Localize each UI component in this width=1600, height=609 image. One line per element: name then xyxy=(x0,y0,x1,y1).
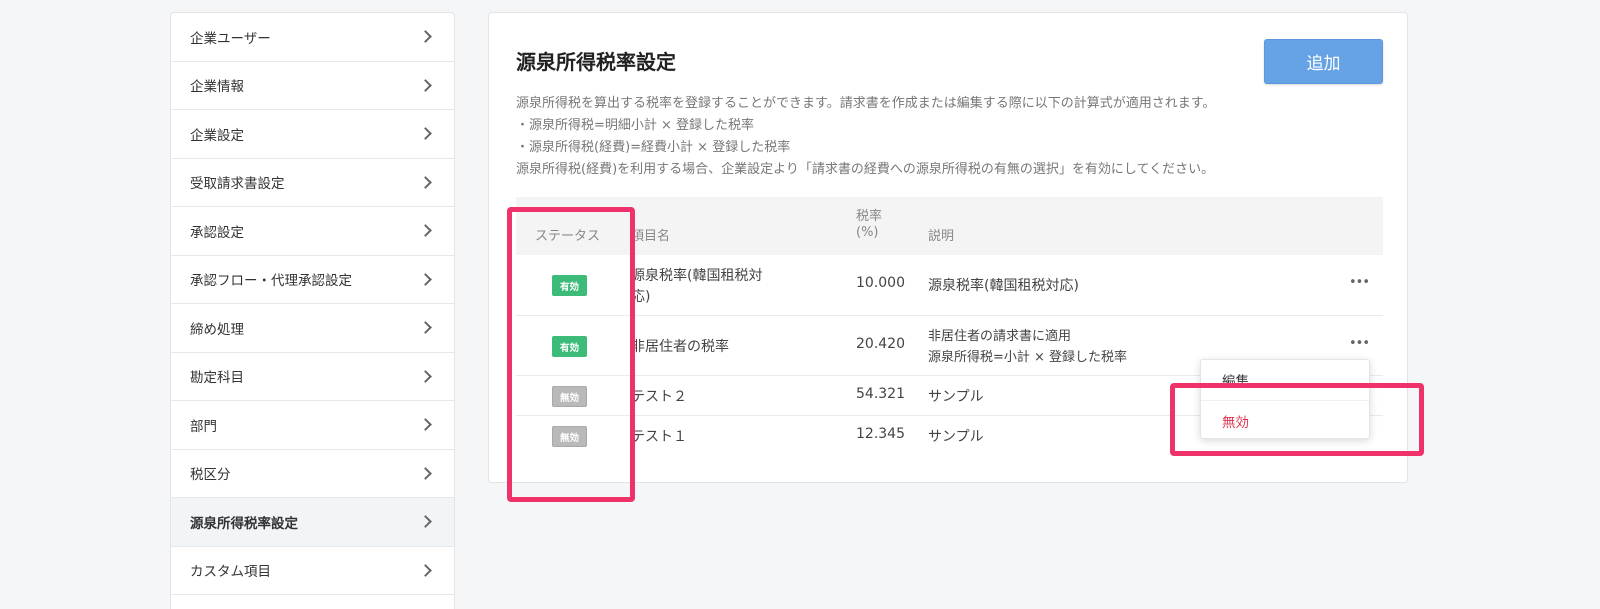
more-options-icon[interactable]: ••• xyxy=(1349,336,1370,351)
sidebar-item-company-info[interactable]: 企業情報 xyxy=(171,62,454,110)
description-line: ・源泉所得税=明細小計 × 登録した税率 xyxy=(516,118,755,133)
tax-rate-value: 20.420 xyxy=(856,336,905,352)
chevron-right-icon xyxy=(419,30,432,44)
sidebar-item-company-settings[interactable]: 企業設定 xyxy=(171,110,454,159)
item-description: 非居住者の請求書に適用 xyxy=(928,329,1072,344)
status-badge-inactive: 無効 xyxy=(552,386,587,407)
row-actions-dropdown: 編集 無効 xyxy=(1200,359,1370,439)
sidebar-item-label: 源泉所得税率設定 xyxy=(190,515,298,532)
add-button[interactable]: 追加 xyxy=(1264,39,1383,84)
sidebar-item-accounts[interactable]: 勘定科目 xyxy=(171,353,454,401)
chevron-right-icon xyxy=(419,321,432,335)
tax-rate-value: 54.321 xyxy=(856,386,905,402)
chevron-right-icon xyxy=(419,175,432,189)
sidebar-item-approval-flow[interactable]: 承認フロー・代理承認設定 xyxy=(171,256,454,304)
sidebar-item-company-users[interactable]: 企業ユーザー xyxy=(171,13,454,62)
column-header-rate-unit: (%) xyxy=(856,225,879,240)
settings-sidebar: 企業ユーザー 企業情報 企業設定 受取請求書設定 承認設定 承認フロー・代理承認… xyxy=(170,12,455,609)
sidebar-item-label: 受取請求書設定 xyxy=(190,176,285,193)
item-description: サンプル xyxy=(928,429,984,445)
sidebar-item-custom-fields[interactable]: カスタム項目 xyxy=(171,547,454,595)
chevron-right-icon xyxy=(419,515,432,529)
sidebar-item-label: 部門 xyxy=(190,418,217,435)
more-options-icon[interactable]: ••• xyxy=(1349,275,1370,290)
tax-rate-value: 10.000 xyxy=(856,275,905,291)
sidebar-item-label: 締め処理 xyxy=(190,321,244,338)
sidebar-item-approval-settings[interactable]: 承認設定 xyxy=(171,207,454,256)
status-badge-inactive: 無効 xyxy=(552,426,587,447)
sidebar-item-withholding-tax-rate[interactable]: 源泉所得税率設定 xyxy=(171,498,454,547)
item-name: 源泉税率(韓国租税対 xyxy=(631,268,763,284)
sidebar-item-departments[interactable]: 部門 xyxy=(171,401,454,450)
item-name-continued: 応) xyxy=(631,289,651,305)
column-header-name: 項目名 xyxy=(631,229,671,244)
item-name: テスト１ xyxy=(631,429,687,445)
item-name: 非居住者の税率 xyxy=(631,339,729,355)
edit-menu-item[interactable]: 編集 xyxy=(1201,360,1369,400)
page-title: 源泉所得税率設定 xyxy=(516,50,676,74)
chevron-right-icon xyxy=(419,272,432,286)
sidebar-item-received-invoice-settings[interactable]: 受取請求書設定 xyxy=(171,159,454,207)
sidebar-item-label: 税区分 xyxy=(190,467,231,484)
chevron-right-icon xyxy=(419,78,432,92)
sidebar-item-label: 承認設定 xyxy=(190,224,244,241)
column-header-status: ステータス xyxy=(535,229,601,244)
description-line: ・源泉所得税(経費)=経費小計 × 登録した税率 xyxy=(516,140,791,155)
invalidate-menu-item[interactable]: 無効 xyxy=(1201,400,1369,440)
status-badge-active: 有効 xyxy=(552,336,587,357)
chevron-right-icon xyxy=(419,466,432,480)
description-text: 源泉所得税を算出する税率を登録することができます。請求書を作成または編集する際に… xyxy=(516,93,1215,181)
sidebar-item-closing[interactable]: 締め処理 xyxy=(171,304,454,353)
item-name: テスト２ xyxy=(631,389,687,405)
sidebar-item-label: 企業設定 xyxy=(190,127,244,144)
chevron-right-icon xyxy=(419,418,432,432)
item-description: サンプル xyxy=(928,389,984,405)
tax-rate-value: 12.345 xyxy=(856,426,905,442)
item-description: 源泉税率(韓国租税対応) xyxy=(928,278,1079,294)
chevron-right-icon xyxy=(419,369,432,383)
chevron-right-icon xyxy=(419,563,432,577)
column-header-rate: 税率 xyxy=(856,209,883,224)
sidebar-item-tax-categories[interactable]: 税区分 xyxy=(171,450,454,498)
chevron-right-icon xyxy=(419,127,432,141)
table-header: ステータス 項目名 税率 (%) 説明 xyxy=(516,197,1383,255)
table-row: 有効 源泉税率(韓国租税対 応) 10.000 源泉税率(韓国租税対応) ••• xyxy=(516,255,1383,316)
item-description-continued: 源泉所得税=小計 × 登録した税率 xyxy=(928,350,1128,365)
status-badge-active: 有効 xyxy=(552,275,587,296)
column-header-description: 説明 xyxy=(928,229,955,244)
sidebar-item-label: 承認フロー・代理承認設定 xyxy=(190,273,352,290)
sidebar-item-label: カスタム項目 xyxy=(190,564,271,581)
description-line: 源泉所得税(経費)を利用する場合、企業設定より「請求書の経費への源泉所得税の有無… xyxy=(516,162,1215,177)
sidebar-item-label: 企業情報 xyxy=(190,79,244,96)
sidebar-item-label: 勘定科目 xyxy=(190,370,244,387)
chevron-right-icon xyxy=(419,224,432,238)
description-line: 源泉所得税を算出する税率を登録することができます。請求書を作成または編集する際に… xyxy=(516,96,1216,111)
sidebar-item-label: 企業ユーザー xyxy=(190,30,271,47)
